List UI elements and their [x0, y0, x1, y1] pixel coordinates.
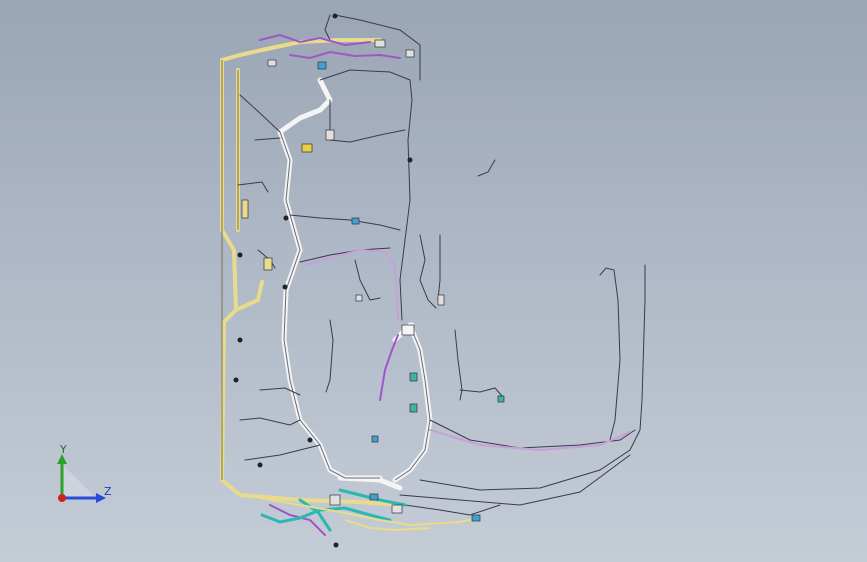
wiring-harness-model[interactable] [0, 0, 867, 562]
y-axis-label: Y [60, 443, 67, 456]
z-axis-label: Z [104, 485, 112, 498]
connectors [233, 13, 505, 548]
thin-wire-network [237, 14, 646, 516]
pink-wire-group [304, 248, 631, 452]
graphics-viewport[interactable]: Y Z [0, 0, 867, 562]
coordinate-triad: Y Z [50, 440, 120, 510]
